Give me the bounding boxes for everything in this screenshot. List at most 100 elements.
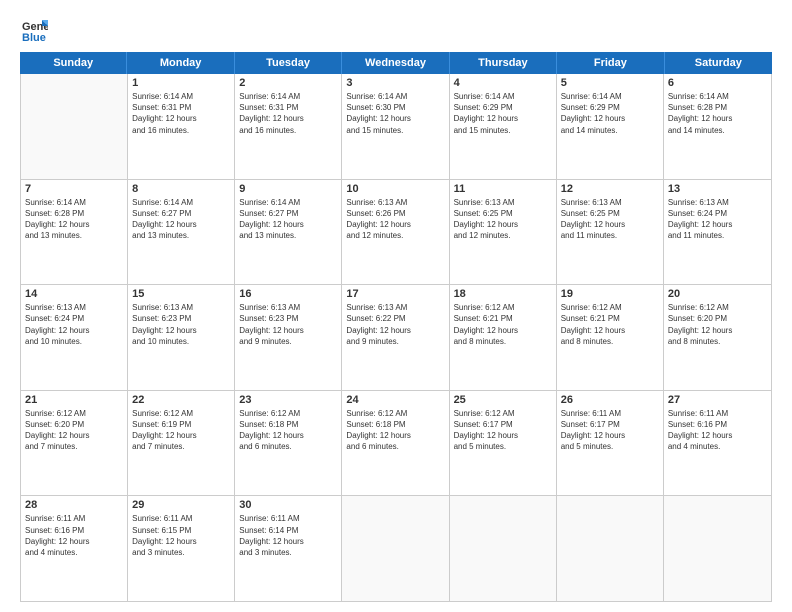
day-cell-6: 6Sunrise: 6:14 AM Sunset: 6:28 PM Daylig…	[664, 74, 771, 179]
day-number: 3	[346, 77, 444, 89]
day-cell-16: 16Sunrise: 6:13 AM Sunset: 6:23 PM Dayli…	[235, 285, 342, 390]
day-cell-17: 17 Sunrise: 6:13 AM Sunset: 6:22 PM Dayli…	[342, 285, 449, 390]
weekday-header-sunday: Sunday	[20, 52, 127, 74]
empty-cell	[450, 496, 557, 601]
day-number: 2	[239, 77, 337, 89]
day-cell-23: 23 Sunrise: 6:12 AM Sunset: 6:18 PM Dayli…	[235, 391, 342, 496]
calendar-body: 1Sunrise: 6:14 AM Sunset: 6:31 PM Daylig…	[20, 74, 772, 602]
day-number: 19	[561, 288, 659, 300]
day-info: Sunrise: 6:12 AM Sunset: 6:18 PM Dayligh…	[239, 408, 337, 453]
day-cell-25: 25 Sunrise: 6:12 AM Sunset: 6:17 PM Dayli…	[450, 391, 557, 496]
day-info: Sunrise: 6:11 AM Sunset: 6:14 PM Dayligh…	[239, 513, 337, 558]
day-info: Sunrise: 6:12 AM Sunset: 6:21 PM Dayligh…	[561, 302, 659, 347]
day-info: Sunrise: 6:12 AM Sunset: 6:21 PM Dayligh…	[454, 302, 552, 347]
calendar-row: 21Sunrise: 6:12 AM Sunset: 6:20 PM Dayli…	[21, 391, 771, 497]
empty-cell	[664, 496, 771, 601]
day-number: 7	[25, 183, 123, 195]
day-info: Sunrise: 6:13 AM Sunset: 6:22 PM Dayligh…	[346, 302, 444, 347]
day-number: 24	[346, 394, 444, 406]
day-number: 26	[561, 394, 659, 406]
day-cell-13: 13 Sunrise: 6:13 AM Sunset: 6:24 PM Dayli…	[664, 180, 771, 285]
day-info: Sunrise: 6:14 AM Sunset: 6:31 PM Dayligh…	[132, 91, 230, 136]
empty-cell	[342, 496, 449, 601]
weekday-header-saturday: Saturday	[665, 52, 772, 74]
day-cell-3: 3 Sunrise: 6:14 AM Sunset: 6:30 PM Daylig…	[342, 74, 449, 179]
weekday-header-friday: Friday	[557, 52, 664, 74]
day-number: 27	[668, 394, 767, 406]
logo: General Blue	[20, 16, 52, 44]
day-number: 22	[132, 394, 230, 406]
calendar-row: 14 Sunrise: 6:13 AM Sunset: 6:24 PM Dayli…	[21, 285, 771, 391]
day-cell-30: 30Sunrise: 6:11 AM Sunset: 6:14 PM Dayli…	[235, 496, 342, 601]
logo-icon: General Blue	[20, 16, 48, 44]
day-cell-28: 28 Sunrise: 6:11 AM Sunset: 6:16 PM Dayli…	[21, 496, 128, 601]
calendar-row: 28 Sunrise: 6:11 AM Sunset: 6:16 PM Dayli…	[21, 496, 771, 601]
day-info: Sunrise: 6:13 AM Sunset: 6:23 PM Dayligh…	[132, 302, 230, 347]
day-info: Sunrise: 6:11 AM Sunset: 6:15 PM Dayligh…	[132, 513, 230, 558]
day-cell-20: 20 Sunrise: 6:12 AM Sunset: 6:20 PM Dayli…	[664, 285, 771, 390]
day-cell-18: 18 Sunrise: 6:12 AM Sunset: 6:21 PM Dayli…	[450, 285, 557, 390]
day-info: Sunrise: 6:12 AM Sunset: 6:17 PM Dayligh…	[454, 408, 552, 453]
day-info: Sunrise: 6:13 AM Sunset: 6:26 PM Dayligh…	[346, 197, 444, 242]
day-number: 20	[668, 288, 767, 300]
day-cell-26: 26 Sunrise: 6:11 AM Sunset: 6:17 PM Dayli…	[557, 391, 664, 496]
weekday-header-tuesday: Tuesday	[235, 52, 342, 74]
day-number: 13	[668, 183, 767, 195]
day-cell-14: 14 Sunrise: 6:13 AM Sunset: 6:24 PM Dayli…	[21, 285, 128, 390]
weekday-header-thursday: Thursday	[450, 52, 557, 74]
day-number: 23	[239, 394, 337, 406]
calendar-row: 1Sunrise: 6:14 AM Sunset: 6:31 PM Daylig…	[21, 74, 771, 180]
day-number: 10	[346, 183, 444, 195]
day-number: 15	[132, 288, 230, 300]
day-number: 11	[454, 183, 552, 195]
day-cell-22: 22 Sunrise: 6:12 AM Sunset: 6:19 PM Dayli…	[128, 391, 235, 496]
day-info: Sunrise: 6:13 AM Sunset: 6:23 PM Dayligh…	[239, 302, 337, 347]
calendar: SundayMondayTuesdayWednesdayThursdayFrid…	[20, 52, 772, 602]
calendar-row: 7Sunrise: 6:14 AM Sunset: 6:28 PM Daylig…	[21, 180, 771, 286]
day-info: Sunrise: 6:14 AM Sunset: 6:29 PM Dayligh…	[561, 91, 659, 136]
svg-text:Blue: Blue	[22, 32, 46, 44]
day-info: Sunrise: 6:11 AM Sunset: 6:17 PM Dayligh…	[561, 408, 659, 453]
day-cell-7: 7Sunrise: 6:14 AM Sunset: 6:28 PM Daylig…	[21, 180, 128, 285]
day-cell-1: 1Sunrise: 6:14 AM Sunset: 6:31 PM Daylig…	[128, 74, 235, 179]
day-info: Sunrise: 6:13 AM Sunset: 6:25 PM Dayligh…	[454, 197, 552, 242]
day-info: Sunrise: 6:14 AM Sunset: 6:31 PM Dayligh…	[239, 91, 337, 136]
day-info: Sunrise: 6:12 AM Sunset: 6:19 PM Dayligh…	[132, 408, 230, 453]
day-info: Sunrise: 6:13 AM Sunset: 6:24 PM Dayligh…	[668, 197, 767, 242]
day-cell-12: 12Sunrise: 6:13 AM Sunset: 6:25 PM Dayli…	[557, 180, 664, 285]
day-number: 8	[132, 183, 230, 195]
day-cell-10: 10 Sunrise: 6:13 AM Sunset: 6:26 PM Dayli…	[342, 180, 449, 285]
day-cell-21: 21Sunrise: 6:12 AM Sunset: 6:20 PM Dayli…	[21, 391, 128, 496]
day-info: Sunrise: 6:14 AM Sunset: 6:28 PM Dayligh…	[668, 91, 767, 136]
day-cell-4: 4 Sunrise: 6:14 AM Sunset: 6:29 PM Daylig…	[450, 74, 557, 179]
day-info: Sunrise: 6:14 AM Sunset: 6:30 PM Dayligh…	[346, 91, 444, 136]
weekday-header-monday: Monday	[127, 52, 234, 74]
day-info: Sunrise: 6:12 AM Sunset: 6:20 PM Dayligh…	[668, 302, 767, 347]
day-info: Sunrise: 6:14 AM Sunset: 6:27 PM Dayligh…	[239, 197, 337, 242]
day-number: 5	[561, 77, 659, 89]
day-number: 4	[454, 77, 552, 89]
page-header: General Blue	[20, 16, 772, 44]
day-number: 17	[346, 288, 444, 300]
day-info: Sunrise: 6:11 AM Sunset: 6:16 PM Dayligh…	[668, 408, 767, 453]
day-info: Sunrise: 6:12 AM Sunset: 6:18 PM Dayligh…	[346, 408, 444, 453]
day-number: 28	[25, 499, 123, 511]
day-info: Sunrise: 6:11 AM Sunset: 6:16 PM Dayligh…	[25, 513, 123, 558]
day-info: Sunrise: 6:14 AM Sunset: 6:27 PM Dayligh…	[132, 197, 230, 242]
day-number: 12	[561, 183, 659, 195]
day-number: 18	[454, 288, 552, 300]
day-cell-2: 2 Sunrise: 6:14 AM Sunset: 6:31 PM Daylig…	[235, 74, 342, 179]
day-info: Sunrise: 6:14 AM Sunset: 6:29 PM Dayligh…	[454, 91, 552, 136]
day-number: 29	[132, 499, 230, 511]
day-cell-9: 9Sunrise: 6:14 AM Sunset: 6:27 PM Daylig…	[235, 180, 342, 285]
empty-cell	[557, 496, 664, 601]
day-cell-8: 8 Sunrise: 6:14 AM Sunset: 6:27 PM Daylig…	[128, 180, 235, 285]
day-cell-11: 11 Sunrise: 6:13 AM Sunset: 6:25 PM Dayli…	[450, 180, 557, 285]
empty-cell	[21, 74, 128, 179]
day-number: 14	[25, 288, 123, 300]
day-cell-27: 27 Sunrise: 6:11 AM Sunset: 6:16 PM Dayli…	[664, 391, 771, 496]
day-number: 21	[25, 394, 123, 406]
day-number: 25	[454, 394, 552, 406]
day-cell-15: 15 Sunrise: 6:13 AM Sunset: 6:23 PM Dayli…	[128, 285, 235, 390]
day-info: Sunrise: 6:13 AM Sunset: 6:24 PM Dayligh…	[25, 302, 123, 347]
